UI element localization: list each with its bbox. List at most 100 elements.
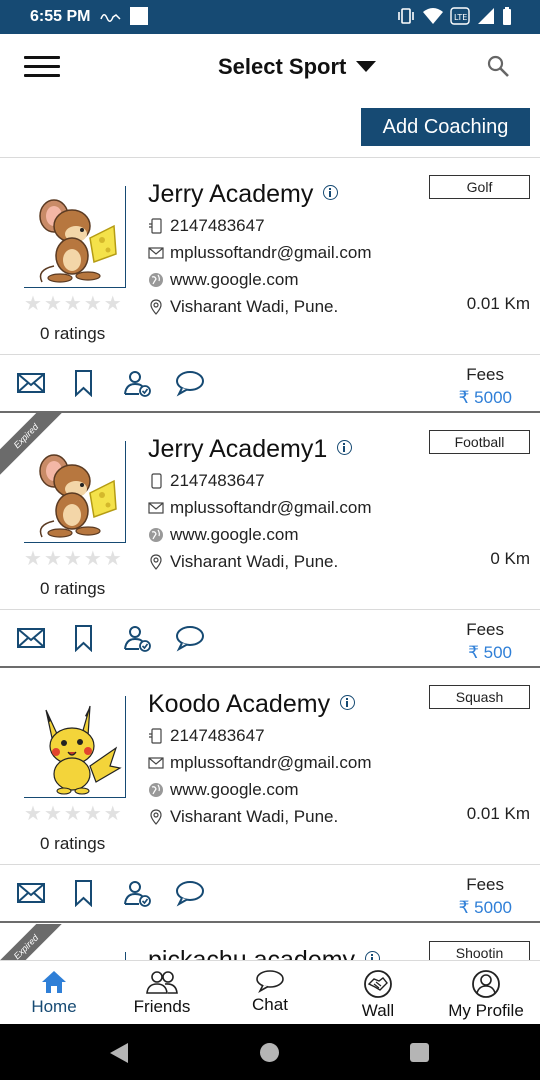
fees-label: Fees: [466, 620, 504, 639]
location-text: Visharant Wadi, Pune.: [170, 552, 339, 571]
rating-stars: ★ ★ ★ ★ ★: [24, 548, 122, 570]
nav-home-label: Home: [31, 997, 77, 1016]
card-divider: [0, 609, 540, 610]
academy-card[interactable]: Expired pickachu academy Shootin: [0, 924, 540, 960]
chat-bubble-icon[interactable]: [175, 369, 205, 397]
info-icon[interactable]: [337, 440, 353, 455]
academy-name[interactable]: Jerry Academy1: [148, 435, 353, 464]
search-icon[interactable]: [486, 54, 510, 78]
email-row[interactable]: mplussoftandr@gmail.com: [148, 243, 372, 263]
action-icons: [16, 369, 205, 398]
email-row[interactable]: mplussoftandr@gmail.com: [148, 753, 372, 773]
location-text: Visharant Wadi, Pune.: [170, 297, 339, 316]
info-icon[interactable]: [340, 695, 356, 710]
nav-chat-label: Chat: [252, 995, 288, 1014]
email-row[interactable]: mplussoftandr@gmail.com: [148, 498, 372, 518]
chat-bubble-icon[interactable]: [175, 879, 205, 907]
academy-image: [24, 696, 126, 798]
nav-wall[interactable]: Wall: [324, 961, 432, 1025]
phone-number: 2147483647: [170, 471, 265, 490]
mail-icon: [148, 247, 164, 259]
action-icons: [16, 879, 205, 908]
nav-home[interactable]: Home: [0, 961, 108, 1025]
globe-icon: [149, 783, 163, 797]
globe-icon: [149, 273, 163, 287]
sport-badge: Football: [429, 430, 530, 454]
location-row[interactable]: Visharant Wadi, Pune.: [148, 552, 338, 572]
location-row[interactable]: Visharant Wadi, Pune.: [148, 297, 338, 317]
home-button-icon[interactable]: [260, 1043, 279, 1062]
status-time: 6:55 PM: [30, 8, 91, 25]
location-pin-icon: [150, 809, 162, 825]
academy-name-text: Jerry Academy1: [148, 435, 328, 463]
phone-row[interactable]: 2147483647: [148, 471, 265, 491]
academy-name[interactable]: Jerry Academy: [148, 180, 339, 209]
globe-icon: [149, 528, 163, 542]
phone-icon: [149, 728, 162, 744]
phone-number: 2147483647: [170, 726, 265, 745]
website-link: www.google.com: [170, 780, 299, 799]
user-check-icon[interactable]: [122, 624, 152, 652]
status-right-icons: LTE: [396, 7, 512, 25]
app-header: Select Sport: [0, 34, 540, 100]
back-icon[interactable]: [108, 1042, 130, 1064]
nav-chat[interactable]: Chat: [216, 961, 324, 1025]
home-icon: [42, 971, 66, 993]
app-notification-icon: [130, 7, 148, 25]
bookmark-icon[interactable]: [69, 879, 99, 908]
vibrate-icon: [398, 8, 414, 24]
info-icon[interactable]: [323, 185, 339, 200]
recent-apps-icon[interactable]: [410, 1043, 429, 1062]
nav-my-profile[interactable]: My Profile: [432, 961, 540, 1025]
email-address: mplussoftandr@gmail.com: [170, 243, 372, 262]
rating-count: 0 ratings: [40, 579, 106, 598]
fees-label: Fees: [466, 365, 504, 384]
bottom-navigation: Home Friends Chat Wall My Profile: [0, 960, 540, 1024]
info-icon[interactable]: [365, 951, 381, 960]
nav-wall-label: Wall: [361, 1001, 395, 1020]
academy-name[interactable]: pickachu academy: [148, 946, 381, 960]
bookmark-icon[interactable]: [69, 369, 99, 398]
location-text: Visharant Wadi, Pune.: [170, 807, 339, 826]
website-row[interactable]: www.google.com: [148, 780, 299, 800]
friends-icon: [146, 971, 178, 994]
academy-card[interactable]: ★ ★ ★ ★ ★ 0 ratings Koodo Academy Squash 214…: [0, 668, 540, 923]
academy-card[interactable]: Expired ★ ★ ★ ★ ★ 0 ratings Jerry Academy1 F…: [0, 413, 540, 668]
rating-stars: ★ ★ ★ ★ ★: [24, 803, 122, 825]
user-check-icon[interactable]: [122, 369, 152, 397]
website-link: www.google.com: [170, 270, 299, 289]
nav-friends[interactable]: Friends: [108, 961, 216, 1025]
website-row[interactable]: www.google.com: [148, 270, 299, 290]
card-divider: [0, 354, 540, 355]
message-icon[interactable]: [16, 879, 46, 907]
message-icon[interactable]: [16, 624, 46, 652]
add-coaching-button[interactable]: Add Coaching: [361, 108, 530, 146]
signal-icon: [478, 8, 494, 24]
user-check-icon[interactable]: [122, 879, 152, 907]
sport-selector[interactable]: Select Sport: [218, 54, 377, 80]
phone-row[interactable]: 2147483647: [148, 216, 265, 236]
location-pin-icon: [150, 299, 162, 315]
academy-image: [24, 952, 126, 960]
nav-friends-label: Friends: [133, 997, 191, 1016]
sport-badge: Shootin: [429, 941, 530, 960]
phone-row[interactable]: 2147483647: [148, 726, 265, 746]
svg-text:LTE: LTE: [454, 13, 467, 22]
academy-image: [24, 441, 126, 543]
distance-text: 0.01 Km: [466, 804, 530, 823]
wifi-icon: [423, 8, 443, 24]
menu-icon[interactable]: [24, 56, 60, 78]
academy-name[interactable]: Koodo Academy: [148, 690, 356, 719]
academy-card[interactable]: ★ ★ ★ ★ ★ 0 ratings Jerry Academy Golf 21474…: [0, 158, 540, 413]
bookmark-icon[interactable]: [69, 624, 99, 653]
email-address: mplussoftandr@gmail.com: [170, 753, 372, 772]
academy-name-text: Koodo Academy: [148, 690, 331, 718]
chat-bubble-icon[interactable]: [175, 624, 205, 652]
nav-my-profile-label: My Profile: [448, 1001, 524, 1020]
website-row[interactable]: www.google.com: [148, 525, 299, 545]
message-icon[interactable]: [16, 369, 46, 397]
location-pin-icon: [150, 554, 162, 570]
location-row[interactable]: Visharant Wadi, Pune.: [148, 807, 338, 827]
mobile-icon: [151, 473, 162, 489]
action-icons: [16, 624, 205, 653]
